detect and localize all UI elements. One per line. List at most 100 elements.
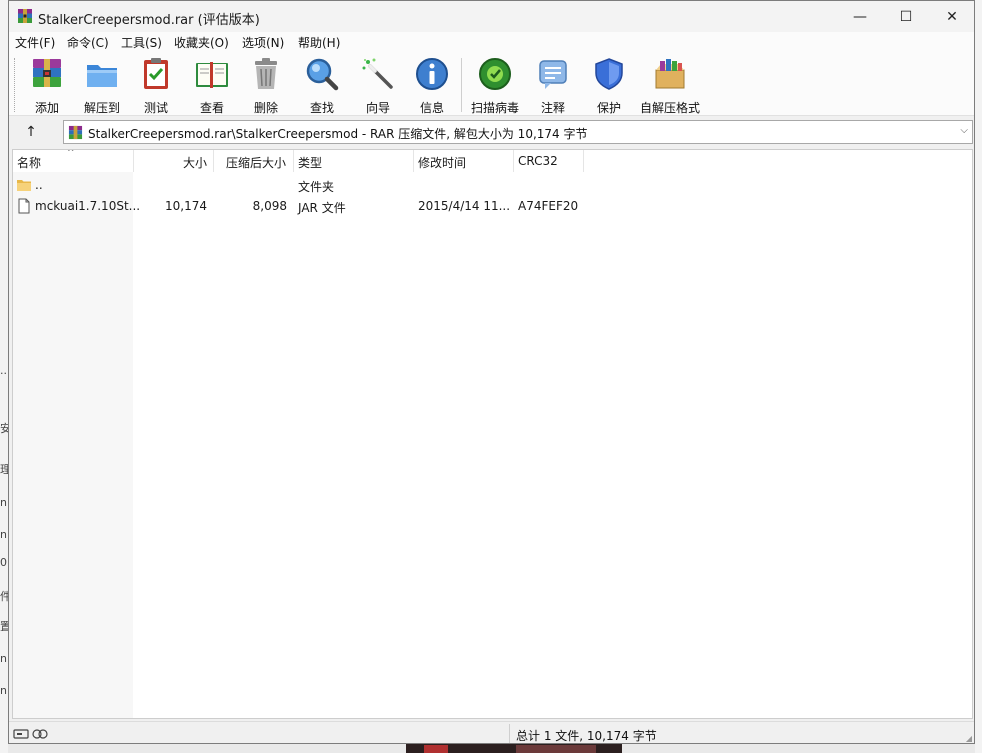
file-list[interactable]: 名称 ^ 大小 压缩后大小 类型 修改时间 CRC32 .. 文件夹 mckua… <box>12 149 973 719</box>
test-button[interactable]: 测试 <box>126 56 186 115</box>
delete-button[interactable]: 删除 <box>236 56 296 115</box>
column-header-crc32[interactable]: CRC32 <box>518 154 558 168</box>
add-button[interactable]: 添加 <box>17 56 77 115</box>
menu-bar: 文件(F) 命令(C) 工具(S) 收藏夹(O) 选项(N) 帮助(H) <box>9 32 974 52</box>
sort-ascending-icon: ^ <box>67 149 75 158</box>
file-icon <box>18 198 30 214</box>
rar-archive-icon <box>68 125 83 140</box>
row-name: .. <box>35 178 43 192</box>
extract-to-label: 解压到 <box>83 101 120 115</box>
trash-icon <box>255 58 277 89</box>
protect-label: 保护 <box>596 101 621 115</box>
background-desktop-right <box>975 0 982 753</box>
virus-scan-label: 扫描病毒 <box>470 101 519 115</box>
list-row-file[interactable]: mckuai1.7.10St... 10,174 8,098 JAR 文件 20… <box>13 196 972 216</box>
virus-scan-button[interactable]: 扫描病毒 <box>465 56 525 115</box>
row-modified: 2015/4/14 11... <box>418 199 511 213</box>
menu-options[interactable]: 选项(N) <box>242 34 284 51</box>
column-header-size[interactable]: 大小 <box>183 154 207 171</box>
row-crc32: A74FEF20 <box>518 199 579 213</box>
column-divider[interactable] <box>583 150 584 172</box>
sfx-button[interactable]: 自解压格式 <box>640 56 700 115</box>
wizard-button[interactable]: 向导 <box>348 56 408 115</box>
menu-commands[interactable]: 命令(C) <box>67 34 109 51</box>
comment-note-icon <box>539 60 567 89</box>
test-label: 测试 <box>143 101 168 115</box>
column-divider[interactable] <box>133 150 134 172</box>
magnifier-icon <box>306 58 339 91</box>
comment-label: 注释 <box>540 101 565 115</box>
resize-grip-icon[interactable]: ◢ <box>966 734 972 743</box>
comment-button[interactable]: 注释 <box>523 56 583 115</box>
maximize-button[interactable]: ☐ <box>883 1 929 32</box>
list-header: 名称 ^ 大小 压缩后大小 类型 修改时间 CRC32 <box>13 150 972 172</box>
up-arrow-icon: ↑ <box>25 124 37 140</box>
close-button[interactable]: ✕ <box>929 1 974 32</box>
virus-scan-icon <box>479 58 511 90</box>
background-text: n <box>0 528 7 541</box>
find-label: 查找 <box>309 101 334 115</box>
chevron-down-icon[interactable]: ⌵ <box>960 125 968 136</box>
background-text: 0 <box>0 556 7 569</box>
column-divider[interactable] <box>293 150 294 172</box>
address-bar: ↑ StalkerCreepersmod.rar\StalkerCreepers… <box>9 117 974 147</box>
background-text: 理 <box>0 463 8 475</box>
extract-to-button[interactable]: 解压到 <box>72 56 132 115</box>
column-header-packed[interactable]: 压缩后大小 <box>226 154 286 171</box>
row-type: JAR 文件 <box>298 201 346 215</box>
sfx-box-icon <box>655 59 685 89</box>
winrar-icon <box>18 9 32 23</box>
menu-favorites[interactable]: 收藏夹(O) <box>174 34 229 51</box>
up-folder-button[interactable]: ↑ <box>21 122 41 142</box>
column-header-modified[interactable]: 修改时间 <box>418 154 466 171</box>
minimize-icon: — <box>853 8 867 25</box>
view-book-icon <box>196 62 228 88</box>
menu-file[interactable]: 文件(F) <box>15 34 55 51</box>
status-divider <box>509 724 510 743</box>
menu-help[interactable]: 帮助(H) <box>298 34 340 51</box>
winrar-window: StalkerCreepersmod.rar (评估版本) — ☐ ✕ 文件(F… <box>8 0 975 744</box>
row-size: 10,174 <box>165 199 207 213</box>
background-text: 安 <box>0 422 8 434</box>
column-divider[interactable] <box>413 150 414 172</box>
column-header-type[interactable]: 类型 <box>298 154 322 171</box>
maximize-icon: ☐ <box>899 8 913 25</box>
view-label: 查看 <box>199 101 224 115</box>
menu-tools[interactable]: 工具(S) <box>121 34 162 51</box>
address-path-field[interactable]: StalkerCreepersmod.rar\StalkerCreepersmo… <box>63 120 973 144</box>
close-icon: ✕ <box>946 8 958 25</box>
protect-button[interactable]: 保护 <box>579 56 639 115</box>
delete-label: 删除 <box>253 101 278 115</box>
row-packed-size: 8,098 <box>252 199 287 213</box>
background-text: n <box>0 652 7 665</box>
minimize-button[interactable]: — <box>837 1 883 32</box>
find-button[interactable]: 查找 <box>292 56 352 115</box>
drive-status-icon[interactable] <box>13 727 49 741</box>
test-clipboard-icon <box>144 58 168 89</box>
list-row-parent-folder[interactable]: .. 文件夹 <box>13 175 972 195</box>
status-summary: 总计 1 文件, 10,174 字节 <box>516 729 657 743</box>
toolbar: 添加 解压到 测试 查看 删除 查找 向导 信息 扫描病毒 注释 保护 自解压格… <box>9 52 974 116</box>
column-divider[interactable] <box>513 150 514 172</box>
add-label: 添加 <box>34 101 59 115</box>
add-archive-icon <box>33 59 61 87</box>
extract-folder-icon <box>87 65 117 87</box>
info-button[interactable]: 信息 <box>402 56 462 115</box>
background-text: n <box>0 496 7 509</box>
wizard-label: 向导 <box>365 101 390 115</box>
status-bar: 总计 1 文件, 10,174 字节 ◢ <box>9 721 974 743</box>
address-path-text: StalkerCreepersmod.rar\StalkerCreepersmo… <box>88 127 588 141</box>
magic-wand-icon <box>362 58 393 89</box>
window-title: StalkerCreepersmod.rar (评估版本) <box>38 13 260 28</box>
column-header-name[interactable]: 名称 <box>17 154 41 171</box>
row-name: mckuai1.7.10St... <box>35 199 141 213</box>
column-divider[interactable] <box>213 150 214 172</box>
view-button[interactable]: 查看 <box>182 56 242 115</box>
background-text: 置 <box>0 620 8 632</box>
background-text: .. <box>0 364 7 377</box>
background-text: n <box>0 684 7 697</box>
info-label: 信息 <box>419 101 444 115</box>
title-bar[interactable]: StalkerCreepersmod.rar (评估版本) — ☐ ✕ <box>9 1 974 32</box>
background-text: 件 <box>0 590 8 602</box>
shield-icon <box>595 58 623 90</box>
